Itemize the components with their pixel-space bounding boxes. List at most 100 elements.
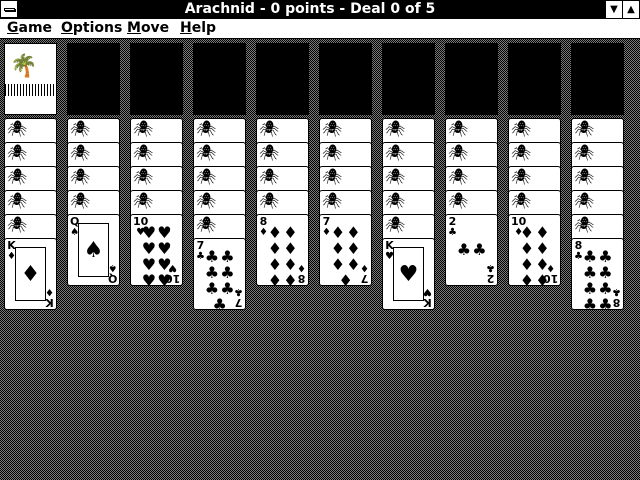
card-corner-index: 8 ♣ — [612, 286, 621, 309]
spider-card-back-icon: 🕷 — [448, 191, 469, 210]
spider-card-back-icon: 🕷 — [70, 167, 91, 186]
card-face[interactable]: 8 ♦ 8 ♦ ♦ ♦ ♦ ♦ ♦ ♦ ♦ ♦ — [256, 214, 309, 286]
menu-options[interactable]: Options — [61, 19, 122, 38]
foundation-slot — [445, 43, 498, 115]
spider-card-back-icon: 🕷 — [385, 143, 406, 162]
card-face[interactable]: K ♦ K ♦ ♦ — [4, 238, 57, 310]
court-card-figure: ♠ — [78, 223, 109, 277]
spider-card-back-icon: 🕷 — [133, 119, 154, 138]
spider-card-back-icon: 🕷 — [385, 215, 406, 234]
spider-card-back-icon: 🕷 — [385, 167, 406, 186]
title-bar: Arachnid - 0 points - Deal 0 of 5 ▼ ▲ — [0, 0, 640, 20]
spider-card-back-icon: 🕷 — [511, 143, 532, 162]
card-suit: ♦ — [360, 262, 369, 273]
card-face[interactable]: Q ♠ Q ♠ ♠ — [67, 214, 120, 286]
card-face[interactable]: K ♥ K ♥ ♥ — [382, 238, 435, 310]
system-menu-icon[interactable] — [0, 0, 18, 18]
card-corner-index: K ♥ — [423, 286, 432, 309]
card-corner-index: Q ♠ — [107, 262, 117, 285]
spider-card-back-icon: 🕷 — [574, 167, 595, 186]
spider-card-back-icon: 🕷 — [70, 143, 91, 162]
menu-move[interactable]: Move — [127, 19, 169, 38]
court-card-figure: ♦ — [15, 247, 46, 301]
minimize-icon[interactable]: ▼ — [605, 0, 623, 19]
card-rank: 2 — [486, 272, 495, 285]
card-suit: ♠ — [107, 262, 117, 273]
foundation-slot — [571, 43, 624, 115]
card-pips: ♣ ♣ — [456, 225, 487, 275]
spider-card-back-icon: 🕷 — [511, 119, 532, 138]
menu-game[interactable]: Game — [7, 19, 52, 38]
card-rank: K — [423, 296, 432, 309]
spider-card-back-icon: 🕷 — [511, 191, 532, 210]
card-face[interactable]: 10♦10♦♦♦♦♦♦♦♦♦♦♦ — [508, 214, 561, 286]
spider-card-back-icon: 🕷 — [448, 143, 469, 162]
foundation-slot — [382, 43, 435, 115]
card-pips: ♦♦♦♦♦♦♦♦♦♦ — [519, 225, 550, 286]
stock-pile[interactable]: 🌴 — [4, 43, 57, 115]
card-corner-index: 7 ♣ — [234, 286, 243, 309]
card-pip: ♣ — [212, 295, 227, 310]
menu-help[interactable]: Help — [180, 19, 216, 38]
card-face[interactable]: 2 ♣ 2 ♣ ♣ ♣ — [445, 214, 498, 286]
card-suit: ♣ — [612, 286, 621, 297]
spider-card-back-icon: 🕷 — [574, 191, 595, 210]
spider-card-back-icon: 🕷 — [259, 143, 280, 162]
card-pip: ♦ — [519, 271, 535, 286]
card-face[interactable]: 7 ♣ 7 ♣ ♣ ♣ ♣ ♣ ♣ ♣ ♣ — [193, 238, 246, 310]
card-pips: ♦ ♦ ♦ ♦ ♦ ♦ ♦ ♦ — [267, 225, 298, 286]
card-face[interactable]: 8 ♣ 8 ♣ ♣ ♣ ♣ ♣ ♣ ♣ ♣ ♣ — [571, 238, 624, 310]
card-suit: ♦ — [45, 286, 54, 297]
spider-card-back-icon: 🕷 — [7, 143, 28, 162]
spider-card-back-icon: 🕷 — [322, 119, 343, 138]
card-corner-index: 2 ♣ — [486, 262, 495, 285]
card-pip: ♥ — [157, 271, 172, 286]
spider-card-back-icon: 🕷 — [259, 119, 280, 138]
spider-card-back-icon: 🕷 — [511, 167, 532, 186]
card-pip: ♦ — [338, 271, 353, 286]
spider-card-back-icon: 🕷 — [322, 143, 343, 162]
card-rank: K — [45, 296, 54, 309]
foundation-slot — [130, 43, 183, 115]
spider-card-back-icon: 🕷 — [133, 167, 154, 186]
spider-card-back-icon: 🕷 — [448, 167, 469, 186]
card-face[interactable]: 7 ♦ 7 ♦ ♦ ♦ ♦ ♦ ♦ ♦ ♦ — [319, 214, 372, 286]
spider-card-back-icon: 🕷 — [196, 143, 217, 162]
card-pip: ♦ — [535, 271, 550, 286]
window-title: Arachnid - 0 points - Deal 0 of 5 — [184, 1, 436, 17]
card-pips: ♣ ♣ ♣ ♣ ♣ ♣ ♣ — [204, 249, 235, 310]
maximize-icon[interactable]: ▲ — [622, 0, 640, 19]
card-pip: ♦ — [267, 271, 283, 286]
spider-card-back-icon: 🕷 — [574, 215, 595, 234]
spider-card-back-icon: 🕷 — [322, 191, 343, 210]
spider-card-back-icon: 🕷 — [196, 215, 217, 234]
spider-card-back-icon: 🕷 — [196, 167, 217, 186]
spider-card-back-icon: 🕷 — [385, 119, 406, 138]
spider-card-back-icon: 🕷 — [7, 167, 28, 186]
foundation-slot — [67, 43, 120, 115]
stock-sea — [5, 84, 56, 96]
spider-card-back-icon: 🕷 — [574, 143, 595, 162]
court-card-figure: ♥ — [393, 247, 424, 301]
card-face[interactable]: 10♥10♥♥♥♥♥♥♥♥♥♥♥ — [130, 214, 183, 286]
spider-card-back-icon: 🕷 — [70, 119, 91, 138]
card-suit: ♥ — [423, 286, 432, 297]
card-corner-index: 8 ♦ — [297, 262, 306, 285]
card-rank: 8 — [612, 296, 621, 309]
card-corner-index: K ♦ — [45, 286, 54, 309]
spider-card-back-icon: 🕷 — [133, 191, 154, 210]
spider-card-back-icon: 🕷 — [259, 167, 280, 186]
card-pip: ♣ — [598, 295, 613, 310]
card-rank: 7 — [360, 272, 369, 285]
foundation-slot — [319, 43, 372, 115]
spider-card-back-icon: 🕷 — [448, 119, 469, 138]
spider-card-back-icon: 🕷 — [70, 191, 91, 210]
spider-card-back-icon: 🕷 — [322, 167, 343, 186]
card-pips: ♣ ♣ ♣ ♣ ♣ ♣ ♣ ♣ — [582, 249, 613, 310]
card-pips: ♦ ♦ ♦ ♦ ♦ ♦ ♦ — [330, 225, 361, 286]
spider-card-back-icon: 🕷 — [7, 215, 28, 234]
spider-card-back-icon: 🕷 — [7, 119, 28, 138]
menu-bar: Game Options Move Help — [0, 19, 640, 39]
card-pip: ♣ — [582, 295, 598, 310]
card-pip: ♣ — [456, 240, 472, 259]
